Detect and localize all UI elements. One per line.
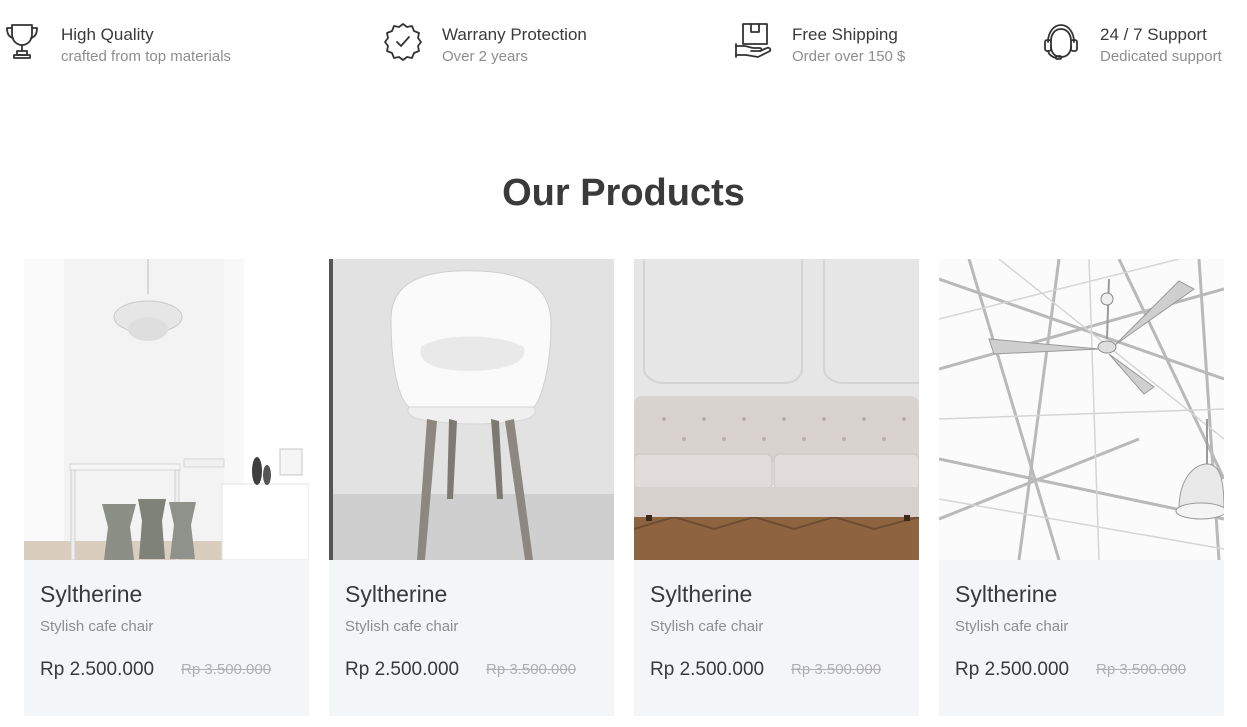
product-old-price: Rp 3.500.000 (1096, 661, 1187, 678)
section-title: Our Products (502, 172, 745, 214)
product-name: Syltherine (345, 581, 448, 607)
feature-subtitle: Over 2 years (442, 48, 528, 65)
product-grid: Syltherine Stylish cafe chair Rp 2.500.0… (24, 259, 1224, 719)
feature-title: Free Shipping (792, 25, 898, 44)
product-description: Stylish cafe chair (40, 618, 154, 635)
product-card[interactable]: Syltherine Stylish cafe chair Rp 2.500.0… (634, 259, 919, 716)
product-price: Rp 2.500.000 (955, 659, 1070, 680)
tufted-sofa-photo[interactable] (634, 259, 919, 560)
feature-subtitle: Dedicated support (1100, 48, 1222, 65)
product-card[interactable]: Syltherine Stylish cafe chair Rp 2.500.0… (329, 259, 614, 716)
feature-warranty: Warrany Protection Over 2 years (381, 18, 587, 74)
product-price: Rp 2.500.000 (40, 659, 155, 680)
product-card[interactable]: Syltherine Stylish cafe chair Rp 2.500.0… (24, 259, 309, 716)
feature-subtitle: Order over 150 $ (792, 48, 906, 65)
product-description: Stylish cafe chair (955, 618, 1069, 635)
white-chair-photo[interactable] (329, 259, 614, 560)
feature-support: 24 / 7 Support Dedicated support (1039, 18, 1222, 74)
shipping-box-icon (731, 19, 775, 63)
feature-title: 24 / 7 Support (1100, 25, 1207, 44)
product-card[interactable]: Syltherine Stylish cafe chair Rp 2.500.0… (939, 259, 1224, 716)
feature-free-shipping: Free Shipping Order over 150 $ (731, 18, 905, 74)
product-description: Stylish cafe chair (345, 618, 459, 635)
product-description: Stylish cafe chair (650, 618, 764, 635)
product-price: Rp 2.500.000 (650, 659, 765, 680)
product-old-price: Rp 3.500.000 (181, 661, 272, 678)
ceiling-fan-lamp-photo[interactable] (939, 259, 1224, 560)
product-name: Syltherine (955, 581, 1058, 607)
feature-title: Warrany Protection (442, 25, 587, 44)
feature-title: High Quality (61, 25, 154, 44)
dining-room-chandelier-photo[interactable] (24, 259, 309, 560)
product-old-price: Rp 3.500.000 (791, 661, 882, 678)
badge-check-icon (381, 19, 425, 63)
feature-subtitle: crafted from top materials (61, 48, 232, 65)
headset-support-icon (1039, 19, 1083, 63)
feature-high-quality: High Quality crafted from top materials (0, 18, 231, 74)
features-bar: High Quality crafted from top materials … (0, 0, 1247, 90)
product-price: Rp 2.500.000 (345, 659, 460, 680)
product-name: Syltherine (40, 581, 143, 607)
product-name: Syltherine (650, 581, 753, 607)
product-old-price: Rp 3.500.000 (486, 661, 577, 678)
trophy-icon (0, 19, 44, 63)
